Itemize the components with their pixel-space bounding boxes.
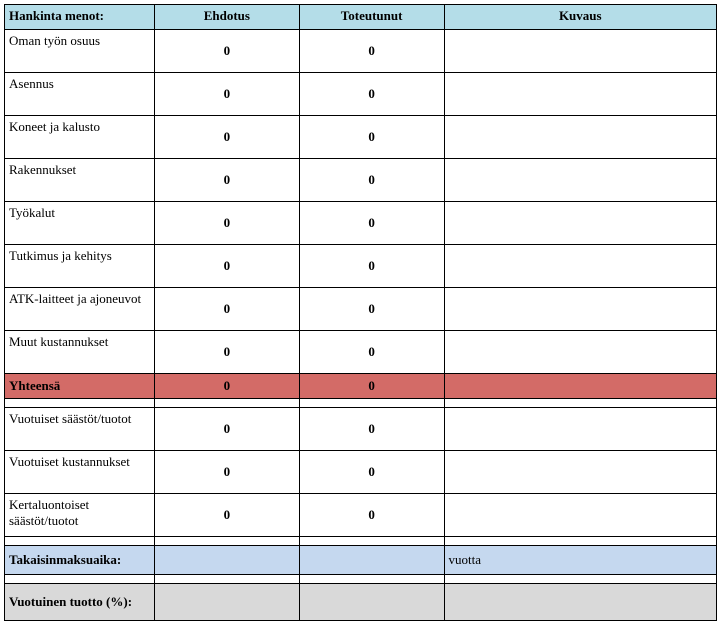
row-ehdotus: 0 — [154, 288, 299, 331]
table-row: Muut kustannukset00 — [5, 331, 717, 374]
yield-label: Vuotuinen tuotto (%): — [5, 584, 155, 621]
table-row: Työkalut00 — [5, 202, 717, 245]
total-ehdotus: 0 — [154, 374, 299, 399]
row-label: Muut kustannukset — [5, 331, 155, 374]
row-kuvaus — [444, 451, 716, 494]
row-kuvaus — [444, 331, 716, 374]
spacer-row — [5, 537, 717, 546]
row-ehdotus: 0 — [154, 331, 299, 374]
spacer-row — [5, 399, 717, 408]
payback-label: Takaisinmaksuaika: — [5, 546, 155, 575]
cost-table: Hankinta menot: Ehdotus Toteutunut Kuvau… — [4, 4, 717, 621]
row-kuvaus — [444, 288, 716, 331]
table-row: Oman työn osuus00 — [5, 30, 717, 73]
row-label: Kertaluontoiset säästöt/tuotot — [5, 494, 155, 537]
row-toteutunut: 0 — [299, 245, 444, 288]
row-toteutunut: 0 — [299, 116, 444, 159]
total-label: Yhteensä — [5, 374, 155, 399]
header-col2: Ehdotus — [154, 5, 299, 30]
row-label: Oman työn osuus — [5, 30, 155, 73]
row-label: Tutkimus ja kehitys — [5, 245, 155, 288]
total-kuvaus — [444, 374, 716, 399]
table-row: Tutkimus ja kehitys00 — [5, 245, 717, 288]
table-row: Vuotuiset säästöt/tuotot00 — [5, 408, 717, 451]
row-kuvaus — [444, 30, 716, 73]
row-kuvaus — [444, 73, 716, 116]
row-ehdotus: 0 — [154, 245, 299, 288]
header-col1: Hankinta menot: — [5, 5, 155, 30]
payback-kuvaus: vuotta — [444, 546, 716, 575]
row-ehdotus: 0 — [154, 451, 299, 494]
row-label: Rakennukset — [5, 159, 155, 202]
total-row: Yhteensä00 — [5, 374, 717, 399]
table-row: Asennus00 — [5, 73, 717, 116]
row-toteutunut: 0 — [299, 202, 444, 245]
table-row: Vuotuiset kustannukset00 — [5, 451, 717, 494]
table-row: Kertaluontoiset säästöt/tuotot00 — [5, 494, 717, 537]
row-toteutunut: 0 — [299, 288, 444, 331]
row-ehdotus: 0 — [154, 30, 299, 73]
yield-kuvaus — [444, 584, 716, 621]
row-kuvaus — [444, 245, 716, 288]
row-ehdotus: 0 — [154, 116, 299, 159]
row-label: Työkalut — [5, 202, 155, 245]
total-toteutunut: 0 — [299, 374, 444, 399]
row-toteutunut: 0 — [299, 408, 444, 451]
yield-toteutunut — [299, 584, 444, 621]
spacer-row — [5, 575, 717, 584]
payback-toteutunut — [299, 546, 444, 575]
row-toteutunut: 0 — [299, 159, 444, 202]
header-row: Hankinta menot: Ehdotus Toteutunut Kuvau… — [5, 5, 717, 30]
row-toteutunut: 0 — [299, 73, 444, 116]
yield-ehdotus — [154, 584, 299, 621]
row-label: Vuotuiset kustannukset — [5, 451, 155, 494]
row-ehdotus: 0 — [154, 202, 299, 245]
row-ehdotus: 0 — [154, 408, 299, 451]
row-toteutunut: 0 — [299, 451, 444, 494]
row-kuvaus — [444, 116, 716, 159]
table-row: Koneet ja kalusto00 — [5, 116, 717, 159]
table-row: Rakennukset00 — [5, 159, 717, 202]
row-kuvaus — [444, 202, 716, 245]
row-ehdotus: 0 — [154, 494, 299, 537]
payback-ehdotus — [154, 546, 299, 575]
row-label: Asennus — [5, 73, 155, 116]
row-kuvaus — [444, 494, 716, 537]
row-kuvaus — [444, 408, 716, 451]
row-kuvaus — [444, 159, 716, 202]
yield-row: Vuotuinen tuotto (%): — [5, 584, 717, 621]
row-ehdotus: 0 — [154, 73, 299, 116]
table-row: ATK-laitteet ja ajoneuvot00 — [5, 288, 717, 331]
row-toteutunut: 0 — [299, 331, 444, 374]
row-label: Koneet ja kalusto — [5, 116, 155, 159]
row-label: ATK-laitteet ja ajoneuvot — [5, 288, 155, 331]
header-col3: Toteutunut — [299, 5, 444, 30]
row-ehdotus: 0 — [154, 159, 299, 202]
row-toteutunut: 0 — [299, 494, 444, 537]
header-col4: Kuvaus — [444, 5, 716, 30]
payback-row: Takaisinmaksuaika: vuotta — [5, 546, 717, 575]
row-toteutunut: 0 — [299, 30, 444, 73]
row-label: Vuotuiset säästöt/tuotot — [5, 408, 155, 451]
